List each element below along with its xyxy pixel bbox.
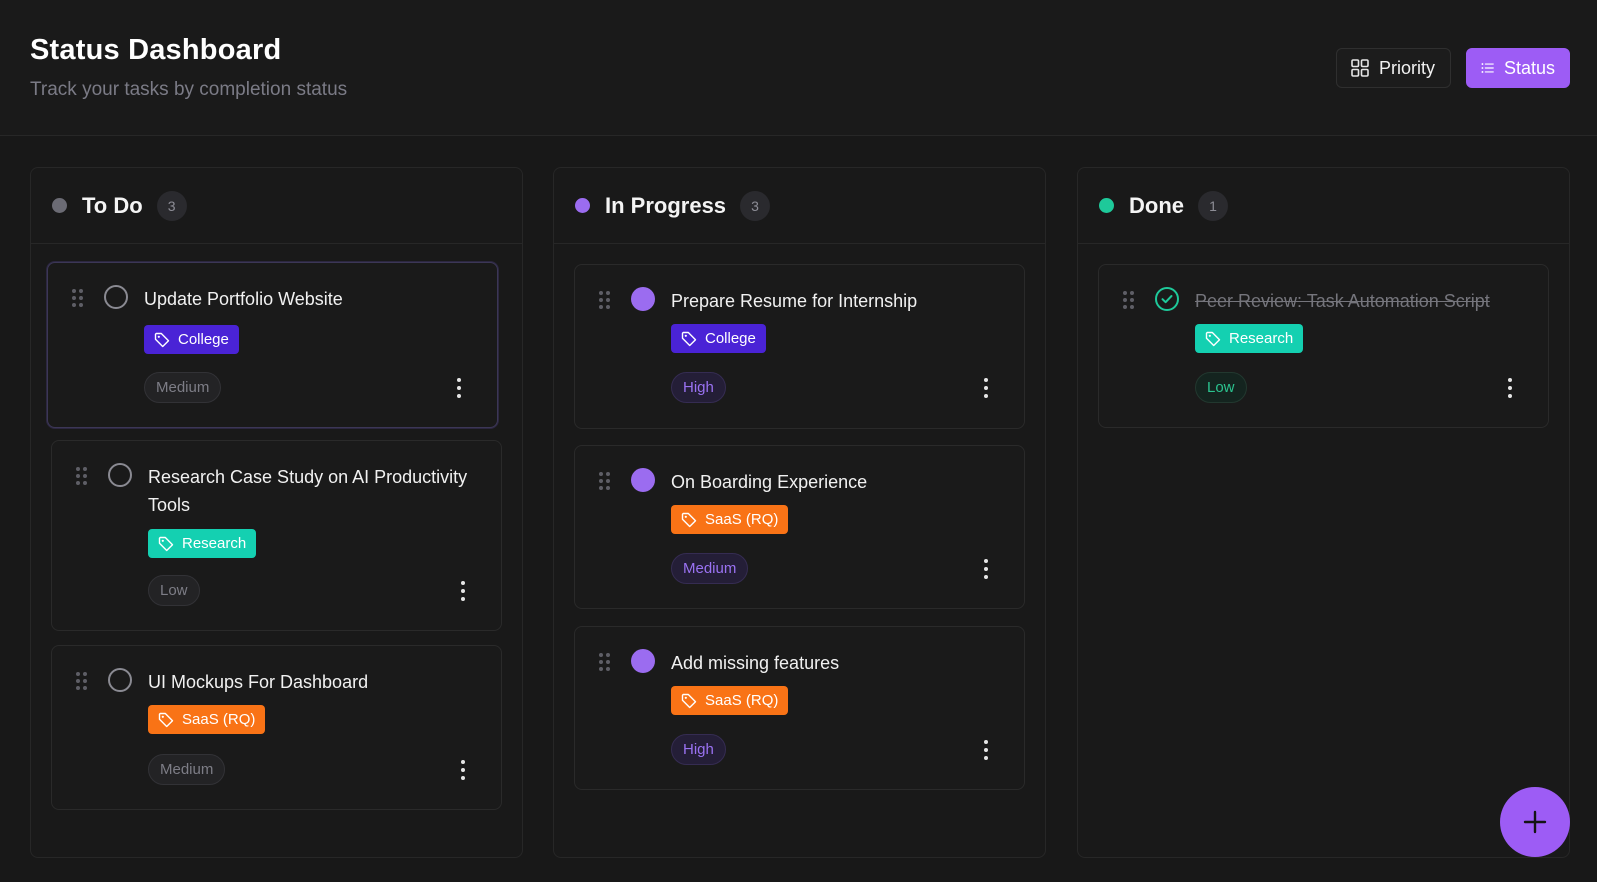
task-title: On Boarding Experience <box>671 472 868 492</box>
tag-icon <box>158 712 174 727</box>
list-icon <box>1481 63 1494 73</box>
category-tag: SaaS (RQ) <box>671 505 789 534</box>
tag-label: SaaS (RQ) <box>705 692 779 709</box>
drag-handle-icon[interactable] <box>1123 291 1135 309</box>
task-title: Update Portfolio Website <box>144 289 343 309</box>
tag-icon <box>681 693 697 708</box>
priority-badge: Low <box>1195 372 1247 403</box>
more-vertical-icon[interactable] <box>460 760 466 780</box>
column-title: Done <box>1129 192 1184 218</box>
tag-label: Research <box>182 535 247 552</box>
more-vertical-icon[interactable] <box>456 378 462 398</box>
column-todo: To Do 3 Update Portfolio Website College… <box>30 167 523 858</box>
drag-handle-icon[interactable] <box>76 672 88 690</box>
column-title: In Progress <box>605 192 727 218</box>
drag-handle-icon[interactable] <box>599 291 611 309</box>
status-toggle-circle[interactable] <box>108 668 132 692</box>
status-toggle-circle[interactable] <box>631 287 655 311</box>
task-title: Add missing features <box>671 653 840 673</box>
task-card[interactable]: Add missing features SaaS (RQ) High <box>574 626 1025 790</box>
drag-handle-icon[interactable] <box>72 289 84 307</box>
tag-label: SaaS (RQ) <box>182 711 256 728</box>
priority-badge: Medium <box>144 372 222 403</box>
status-toggle-circle[interactable] <box>631 649 655 673</box>
column-count-badge: 3 <box>156 190 187 221</box>
page-title: Status Dashboard <box>30 34 282 66</box>
check-circle-icon[interactable] <box>1155 287 1179 311</box>
column-count-badge: 3 <box>740 190 771 221</box>
task-title: Prepare Resume for Internship <box>671 291 918 311</box>
priority-view-label: Priority <box>1379 57 1436 78</box>
tag-icon <box>681 331 697 346</box>
task-card[interactable]: Research Case Study on AI Productivity T… <box>51 440 502 631</box>
category-tag: Research <box>148 529 257 558</box>
task-title: UI Mockups For Dashboard <box>148 672 369 692</box>
priority-badge: Low <box>148 575 200 606</box>
page-header: Status Dashboard Track your tasks by com… <box>0 0 1597 136</box>
page-subtitle: Track your tasks by completion status <box>30 79 348 100</box>
column-title: To Do <box>82 192 143 218</box>
status-dot <box>1099 198 1114 213</box>
plus-icon <box>1523 810 1547 834</box>
status-dot <box>575 198 590 213</box>
task-card[interactable]: On Boarding Experience SaaS (RQ) Medium <box>574 445 1025 609</box>
more-vertical-icon[interactable] <box>1507 378 1513 398</box>
drag-handle-icon[interactable] <box>599 472 611 490</box>
column-header: To Do 3 <box>31 168 522 244</box>
task-card[interactable]: Update Portfolio Website College Medium <box>47 262 498 428</box>
task-title: Research Case Study on AI Productivity T… <box>148 467 468 515</box>
status-toggle-circle[interactable] <box>108 463 132 487</box>
priority-view-button[interactable]: Priority <box>1336 48 1451 88</box>
task-card[interactable]: UI Mockups For Dashboard SaaS (RQ) Mediu… <box>51 645 502 810</box>
tag-icon <box>1205 331 1221 346</box>
tag-icon <box>154 332 170 347</box>
category-tag: College <box>671 324 766 353</box>
drag-handle-icon[interactable] <box>76 467 88 485</box>
category-tag: SaaS (RQ) <box>671 686 789 715</box>
status-dot <box>52 198 67 213</box>
column-header: In Progress 3 <box>554 168 1045 244</box>
priority-badge: Medium <box>671 553 749 584</box>
more-vertical-icon[interactable] <box>983 378 989 398</box>
more-vertical-icon[interactable] <box>983 740 989 760</box>
tag-label: SaaS (RQ) <box>705 511 779 528</box>
column-done: Done 1 Peer Review: Task Automation Scri… <box>1077 167 1570 858</box>
status-view-label: Status <box>1503 57 1555 78</box>
status-toggle-circle[interactable] <box>631 468 655 492</box>
tag-label: College <box>705 330 756 347</box>
category-tag: SaaS (RQ) <box>148 705 266 734</box>
column-count-badge: 1 <box>1198 190 1228 221</box>
column-in-progress: In Progress 3 Prepare Resume for Interns… <box>553 167 1046 858</box>
column-header: Done 1 <box>1078 168 1569 244</box>
tag-icon <box>681 512 697 527</box>
category-tag: Research <box>1195 324 1304 353</box>
tag-icon <box>158 536 174 551</box>
more-vertical-icon[interactable] <box>460 581 466 601</box>
task-card[interactable]: Peer Review: Task Automation Script Rese… <box>1098 264 1549 428</box>
priority-badge: Medium <box>148 754 226 785</box>
grid-icon <box>1351 59 1369 77</box>
drag-handle-icon[interactable] <box>599 653 611 671</box>
task-card[interactable]: Prepare Resume for Internship College Hi… <box>574 264 1025 429</box>
status-view-button[interactable]: Status <box>1466 48 1570 88</box>
task-title: Peer Review: Task Automation Script <box>1195 291 1490 311</box>
category-tag: College <box>144 325 239 354</box>
tag-label: Research <box>1229 330 1294 347</box>
tag-label: College <box>178 331 229 348</box>
priority-badge: High <box>671 372 726 403</box>
status-toggle-circle[interactable] <box>104 285 128 309</box>
priority-badge: High <box>671 734 726 765</box>
more-vertical-icon[interactable] <box>983 559 989 579</box>
add-task-button[interactable] <box>1500 787 1570 857</box>
